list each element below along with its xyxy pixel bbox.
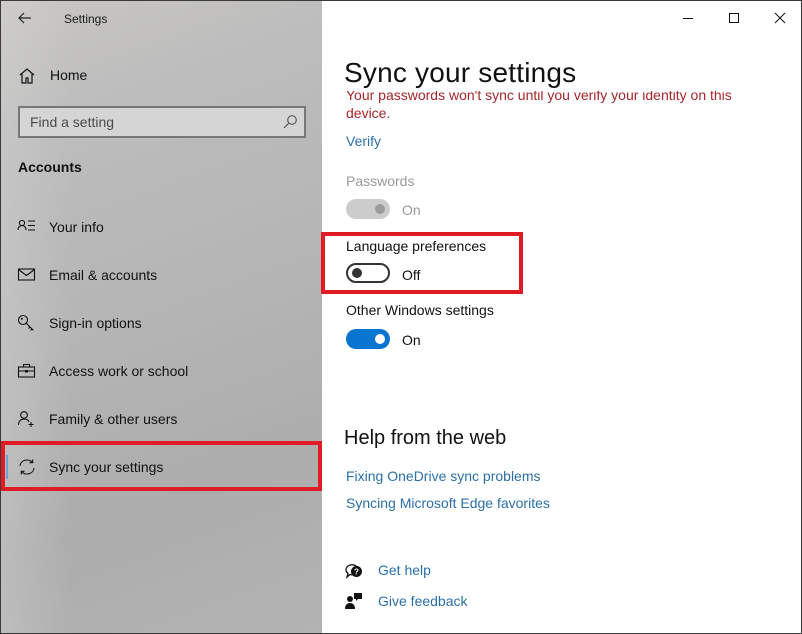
key-icon [17, 314, 34, 331]
language-preferences-state: Off [402, 267, 421, 283]
selection-indicator [6, 455, 8, 479]
back-button[interactable] [11, 5, 39, 31]
sidebar-item-label: Your info [49, 219, 104, 235]
sidebar-item-label: Sync your settings [49, 459, 164, 475]
back-arrow-icon [18, 12, 31, 24]
search-input[interactable] [20, 108, 270, 136]
sidebar-item-label: Access work or school [49, 363, 189, 379]
get-help-label: Get help [378, 562, 431, 578]
sidebar-item-label: Email & accounts [49, 267, 158, 283]
language-preferences-label: Language preferences [346, 238, 487, 254]
maximize-button[interactable] [711, 1, 757, 35]
minimize-button[interactable] [665, 1, 711, 35]
sidebar-item-email-accounts[interactable]: Email & accounts [1, 253, 322, 297]
help-heading: Help from the web [344, 427, 507, 449]
sidebar-item-family-other-users[interactable]: Family & other users [1, 397, 322, 441]
section-heading-accounts: Accounts [18, 159, 82, 175]
add-person-icon [17, 411, 34, 427]
warning-text: Your passwords won't sync until you veri… [346, 91, 732, 121]
sidebar-item-sync-your-settings[interactable]: Sync your settings [1, 445, 322, 489]
search-icon[interactable] [282, 114, 298, 130]
toggle-knob [352, 268, 362, 278]
get-help-icon: ? [345, 564, 362, 579]
mail-icon [17, 268, 36, 281]
briefcase-icon [17, 363, 36, 378]
other-windows-settings-label: Other Windows settings [346, 302, 494, 318]
passwords-label: Passwords [346, 173, 415, 189]
caption-buttons [665, 1, 801, 35]
feedback-icon [345, 593, 362, 609]
title-bar: Settings [1, 1, 322, 37]
main-content: Sync your settings Your passwords won't … [322, 1, 801, 633]
sidebar-item-label: Sign-in options [49, 315, 142, 331]
help-link-onedrive-sync[interactable]: Fixing OneDrive sync problems [346, 468, 541, 484]
give-feedback-label: Give feedback [378, 593, 468, 609]
close-icon [774, 12, 786, 24]
verify-link[interactable]: Verify [346, 133, 381, 149]
svg-text:?: ? [354, 568, 359, 577]
other-windows-settings-toggle[interactable] [346, 329, 390, 349]
page-title: Sync your settings [344, 57, 577, 88]
close-button[interactable] [757, 1, 801, 35]
toggle-knob [375, 334, 385, 344]
sidebar: Settings Home Accounts Your info Email &… [1, 1, 322, 633]
home-label: Home [50, 67, 88, 83]
home-icon [19, 68, 35, 84]
warning-message: Your passwords won't sync until you veri… [346, 91, 756, 127]
sidebar-item-access-work-school[interactable]: Access work or school [1, 349, 322, 393]
app-title: Settings [64, 12, 108, 26]
language-preferences-toggle[interactable] [346, 263, 390, 283]
sidebar-item-sign-in-options[interactable]: Sign-in options [1, 301, 322, 345]
minimize-icon [683, 18, 693, 19]
other-windows-settings-state: On [402, 332, 421, 348]
passwords-state: On [402, 202, 421, 218]
contact-info-icon [17, 219, 35, 231]
search-box[interactable] [18, 106, 306, 138]
sync-icon [19, 459, 35, 475]
settings-window: Settings Home Accounts Your info Email &… [0, 0, 802, 634]
help-link-edge-favorites[interactable]: Syncing Microsoft Edge favorites [346, 495, 550, 511]
sidebar-item-label: Family & other users [49, 411, 178, 427]
sidebar-item-home[interactable]: Home [1, 59, 322, 91]
maximize-icon [729, 13, 739, 23]
passwords-toggle [346, 199, 390, 219]
toggle-knob [375, 204, 385, 214]
sidebar-item-your-info[interactable]: Your info [1, 205, 322, 249]
